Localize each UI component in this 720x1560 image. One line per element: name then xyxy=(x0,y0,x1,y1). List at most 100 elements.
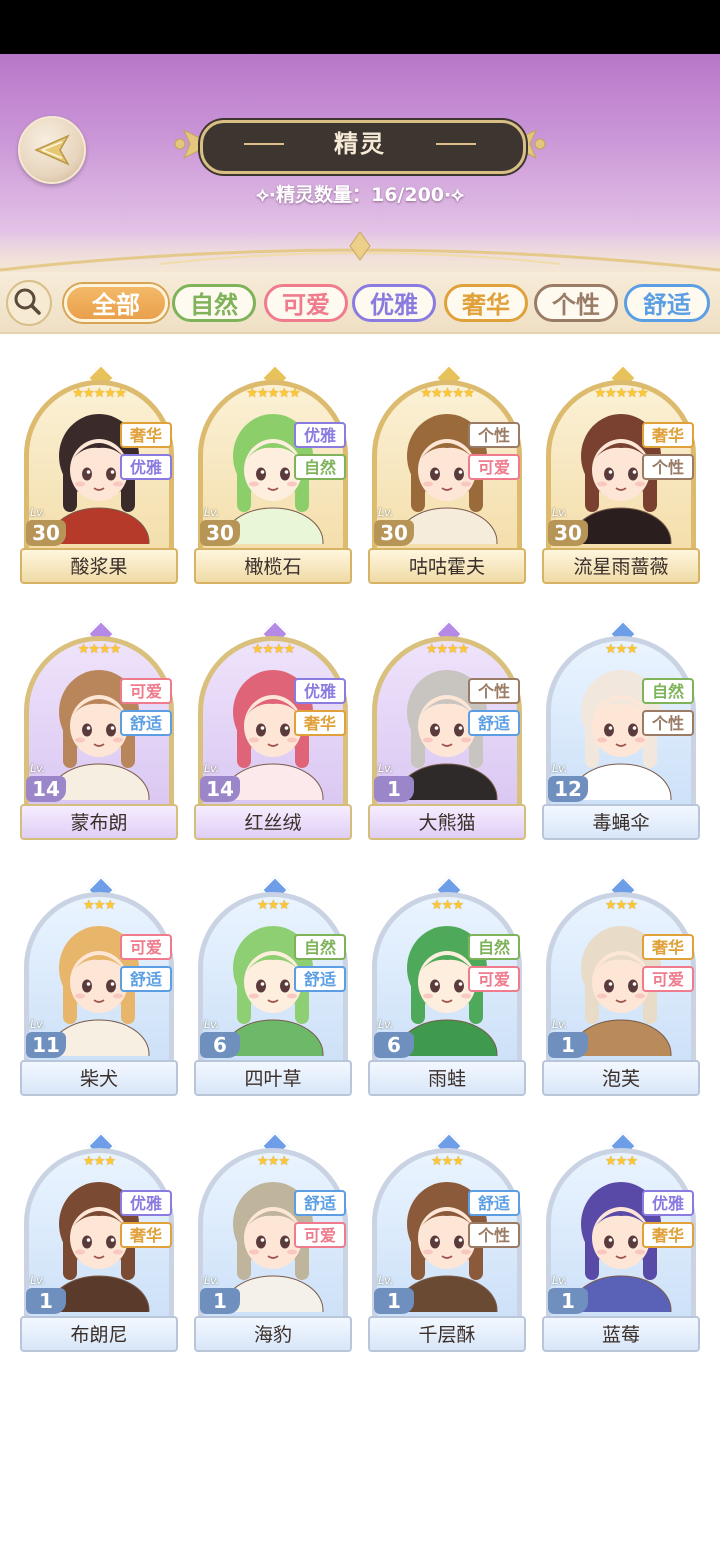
spirit-name: 雨蛙 xyxy=(368,1060,526,1096)
spirit-card[interactable]: ★★★ 舒适 可爱 Lv. 1 海豹 xyxy=(194,1120,352,1352)
spirit-name: 布朗尼 xyxy=(20,1316,178,1352)
status-bar xyxy=(0,0,720,54)
trait-tag: 可爱 xyxy=(468,454,520,480)
trait-tag: 个性 xyxy=(642,710,694,736)
spirit-card[interactable]: ★★★ 奢华 可爱 Lv. 1 泡芙 xyxy=(542,864,700,1096)
star-rating-icon: ★★★ xyxy=(257,1154,290,1169)
star-rating-icon: ★★★ xyxy=(605,1154,638,1169)
spirit-card[interactable]: ★★★★★ 个性 可爱 Lv. 30 咕咕霍夫 xyxy=(368,352,526,584)
level-badge: 6 xyxy=(374,1032,414,1058)
spirit-card[interactable]: ★★★ 可爱舒适 Lv. 11 柴犬 xyxy=(20,864,178,1096)
filter-chip-3[interactable]: 优雅 xyxy=(352,284,436,322)
trait-tag: 舒适 xyxy=(294,966,346,992)
level-badge: 30 xyxy=(200,520,240,546)
star-rating-icon: ★★★★★ xyxy=(72,386,126,401)
filter-chip-2[interactable]: 可爱 xyxy=(264,284,348,322)
level-badge: 1 xyxy=(374,1288,414,1314)
trait-tag: 可爱 xyxy=(294,1222,346,1248)
star-rating-icon: ★★★ xyxy=(431,898,464,913)
count-deco-right: ·⟡ xyxy=(444,184,464,206)
trait-tag: 可爱 xyxy=(120,934,172,960)
spirit-card[interactable]: ★★★ 舒适 个性 Lv. 1 千层酥 xyxy=(368,1120,526,1352)
count-value: 16/200 xyxy=(370,184,445,206)
trait-tag: 个性 xyxy=(468,678,520,704)
spirit-card[interactable]: ★★★ 优雅 奢华 Lv. 1 蓝莓 xyxy=(542,1120,700,1352)
trait-tag: 优雅 xyxy=(294,422,346,448)
level-prefix: Lv. xyxy=(204,1274,220,1287)
page-title: 精灵 xyxy=(334,130,386,158)
trait-tag: 自然 xyxy=(294,934,346,960)
spirit-card[interactable]: ★★★★★ 奢华 优雅 Lv. 30 酸浆果 xyxy=(20,352,178,584)
trait-tag: 可爱 xyxy=(468,966,520,992)
spirit-name: 酸浆果 xyxy=(20,548,178,584)
level-badge: 30 xyxy=(548,520,588,546)
level-badge: 1 xyxy=(26,1288,66,1314)
level-badge: 1 xyxy=(548,1032,588,1058)
spirit-card[interactable]: ★★★★★ 优雅 自然 Lv. 30 橄榄石 xyxy=(194,352,352,584)
spirit-card[interactable]: ★★★★ 个性 舒适 Lv. 1 大熊猫 xyxy=(368,608,526,840)
trait-tag: 自然 xyxy=(642,678,694,704)
filter-chip-1[interactable]: 自然 xyxy=(172,284,256,322)
level-prefix: Lv. xyxy=(30,1018,46,1031)
header-ornament xyxy=(0,231,720,272)
trait-tag: 舒适 xyxy=(120,710,172,736)
star-rating-icon: ★★★ xyxy=(83,898,116,913)
filter-chip-0[interactable]: 全部 xyxy=(64,284,168,322)
spirit-name: 流星雨蔷薇 xyxy=(542,548,700,584)
level-badge: 12 xyxy=(548,776,588,802)
level-prefix: Lv. xyxy=(552,506,568,519)
spirit-name: 四叶草 xyxy=(194,1060,352,1096)
star-rating-icon: ★★★★ xyxy=(77,642,122,657)
trait-tag: 奢华 xyxy=(294,710,346,736)
spirit-card[interactable]: ★★★ 自然舒适 Lv. 6 四叶草 xyxy=(194,864,352,1096)
filter-chip-4[interactable]: 奢华 xyxy=(444,284,528,322)
level-prefix: Lv. xyxy=(204,762,220,775)
trait-tag: 优雅 xyxy=(120,454,172,480)
trait-tag: 优雅 xyxy=(294,678,346,704)
spirit-name: 千层酥 xyxy=(368,1316,526,1352)
spirit-card[interactable]: ★★★ 优雅 奢华 Lv. 1 布朗尼 xyxy=(20,1120,178,1352)
level-badge: 11 xyxy=(26,1032,66,1058)
trait-tag: 奢华 xyxy=(120,1222,172,1248)
trait-tag: 奢华 xyxy=(120,422,172,448)
trait-tag: 舒适 xyxy=(468,1190,520,1216)
spirit-card[interactable]: ★★★ 自然 可爱 Lv. 6 雨蛙 xyxy=(368,864,526,1096)
level-prefix: Lv. xyxy=(30,762,46,775)
trait-tag: 优雅 xyxy=(642,1190,694,1216)
level-prefix: Lv. xyxy=(378,1018,394,1031)
level-prefix: Lv. xyxy=(204,1018,220,1031)
filter-chip-6[interactable]: 舒适 xyxy=(624,284,710,322)
spirit-name: 大熊猫 xyxy=(368,804,526,840)
search-icon xyxy=(14,288,41,315)
level-prefix: Lv. xyxy=(378,1274,394,1287)
spirit-card[interactable]: ★★★ 自然 个性 Lv. 12 毒蝇伞 xyxy=(542,608,700,840)
spirit-card[interactable]: ★★★★ 可爱 舒适 Lv. 14 蒙布朗 xyxy=(20,608,178,840)
level-prefix: Lv. xyxy=(378,762,394,775)
level-prefix: Lv. xyxy=(552,1018,568,1031)
level-badge: 14 xyxy=(26,776,66,802)
count-label: 精灵数量： xyxy=(275,184,371,206)
trait-tag: 舒适 xyxy=(120,966,172,992)
back-button[interactable] xyxy=(18,116,86,184)
level-badge: 1 xyxy=(548,1288,588,1314)
spirit-name: 海豹 xyxy=(194,1316,352,1352)
level-prefix: Lv. xyxy=(30,1274,46,1287)
star-rating-icon: ★★★★★ xyxy=(420,386,474,401)
star-rating-icon: ★★★★ xyxy=(425,642,470,657)
level-badge: 6 xyxy=(200,1032,240,1058)
trait-tag: 奢华 xyxy=(642,422,694,448)
search-button[interactable] xyxy=(6,280,52,326)
trait-tag: 可爱 xyxy=(642,966,694,992)
level-badge: 30 xyxy=(374,520,414,546)
trait-tag: 舒适 xyxy=(468,710,520,736)
star-rating-icon: ★★★★ xyxy=(251,642,296,657)
level-prefix: Lv. xyxy=(204,506,220,519)
spirit-card[interactable]: ★★★★★ 奢华 个性 Lv. 30 流星雨蔷薇 xyxy=(542,352,700,584)
star-rating-icon: ★★★ xyxy=(257,898,290,913)
trait-tag: 个性 xyxy=(642,454,694,480)
count-deco-left: ⟡· xyxy=(256,184,276,206)
spirit-card[interactable]: ★★★★ 优雅 奢华 Lv. 14 红丝绒 xyxy=(194,608,352,840)
star-rating-icon: ★★★★★ xyxy=(246,386,300,401)
spirit-name: 柴犬 xyxy=(20,1060,178,1096)
filter-chip-5[interactable]: 个性 xyxy=(534,284,618,322)
